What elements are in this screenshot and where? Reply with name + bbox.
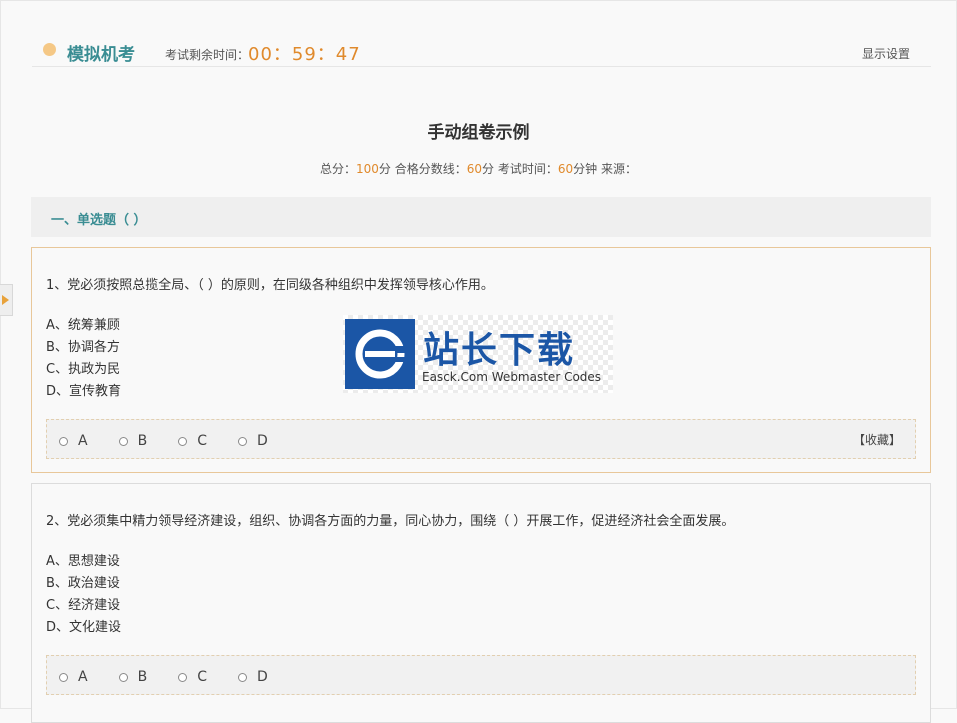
answer-radio-a[interactable]: A xyxy=(59,433,88,449)
radio-circle-icon[interactable] xyxy=(59,672,68,682)
exam-info: 总分：100分 合格分数线：60分 考试时间：60分钟 来源： xyxy=(0,160,957,177)
exam-time-unit: 分钟 xyxy=(573,162,598,176)
pass-score-value: 60 xyxy=(466,162,483,176)
status-dot-icon xyxy=(43,43,56,56)
option-text: B、政治建设 xyxy=(46,576,120,591)
exam-title: 手动组卷示例 xyxy=(427,123,530,143)
answer-radio-c[interactable]: C xyxy=(178,433,207,449)
question-text: 2、党必须集中精力领导经济建设，组织、协调各方面的力量，同心协力，围绕（ ）开展… xyxy=(46,514,735,529)
option-text: C、执政为民 xyxy=(46,362,121,377)
watermark: 站长下载 Easck.Com Webmaster Codes xyxy=(343,315,613,393)
play-triangle-icon xyxy=(2,295,9,305)
option-text: C、经济建设 xyxy=(46,598,121,613)
answer-radio-c[interactable]: C xyxy=(178,669,207,685)
exam-header: 模拟机考 考试剩余时间： 00：59：47 显示设置 xyxy=(32,30,931,67)
section-title: 一、单选题（ ） xyxy=(51,213,147,228)
total-score-value: 100 xyxy=(356,162,379,176)
favorite-link[interactable]: 【收藏】 xyxy=(853,431,901,448)
option-text: B、协调各方 xyxy=(46,340,120,355)
question-text: 1、党必须按照总揽全局、（ ）的原则，在同级各种组织中发挥领导核心作用。 xyxy=(46,278,494,293)
watermark-en-text: Easck.Com Webmaster Codes xyxy=(422,370,602,384)
answer-radio-d[interactable]: D xyxy=(237,433,268,449)
question-card: 2、党必须集中精力领导经济建设，组织、协调各方面的力量，同心协力，围绕（ ）开展… xyxy=(31,483,931,723)
answer-radio-b[interactable]: B xyxy=(118,669,147,685)
watermark-logo-icon xyxy=(345,319,415,389)
exam-time-label: 考试时间： xyxy=(494,162,558,176)
answer-box: A B C D 【收藏】 xyxy=(46,419,916,459)
radio-circle-icon[interactable] xyxy=(118,672,128,682)
answer-box: A B C D xyxy=(46,655,916,695)
exam-time-value: 60 xyxy=(557,162,574,176)
option-text: D、文化建设 xyxy=(46,620,122,635)
radio-circle-icon[interactable] xyxy=(59,436,68,446)
option-text: D、宣传教育 xyxy=(46,384,122,399)
app-title: 模拟机考 xyxy=(67,45,135,65)
display-settings-link[interactable]: 显示设置 xyxy=(862,45,910,62)
timer-value: 00：59：47 xyxy=(248,44,361,65)
side-panel-toggle[interactable] xyxy=(0,284,13,316)
total-score-unit: 分 xyxy=(378,162,391,176)
radio-circle-icon[interactable] xyxy=(178,672,188,682)
radio-circle-icon[interactable] xyxy=(237,436,247,446)
pass-score-unit: 分 xyxy=(482,162,495,176)
timer-label: 考试剩余时间： xyxy=(165,48,250,62)
watermark-cn-text: 站长下载 xyxy=(423,330,576,371)
section-header: 一、单选题（ ） xyxy=(31,197,931,237)
option-text: A、统筹兼顾 xyxy=(46,318,120,333)
answer-radio-group: A B C D xyxy=(59,669,299,685)
total-score-label: 总分： xyxy=(319,162,356,176)
answer-radio-d[interactable]: D xyxy=(237,669,268,685)
option-text: A、思想建设 xyxy=(46,554,120,569)
radio-circle-icon[interactable] xyxy=(237,672,247,682)
answer-radio-group: A B C D xyxy=(59,433,299,449)
radio-circle-icon[interactable] xyxy=(118,436,128,446)
source-label: 来源： xyxy=(597,162,637,176)
radio-circle-icon[interactable] xyxy=(178,436,188,446)
answer-radio-b[interactable]: B xyxy=(118,433,147,449)
pass-score-label: 合格分数线： xyxy=(390,162,467,176)
answer-radio-a[interactable]: A xyxy=(59,669,88,685)
